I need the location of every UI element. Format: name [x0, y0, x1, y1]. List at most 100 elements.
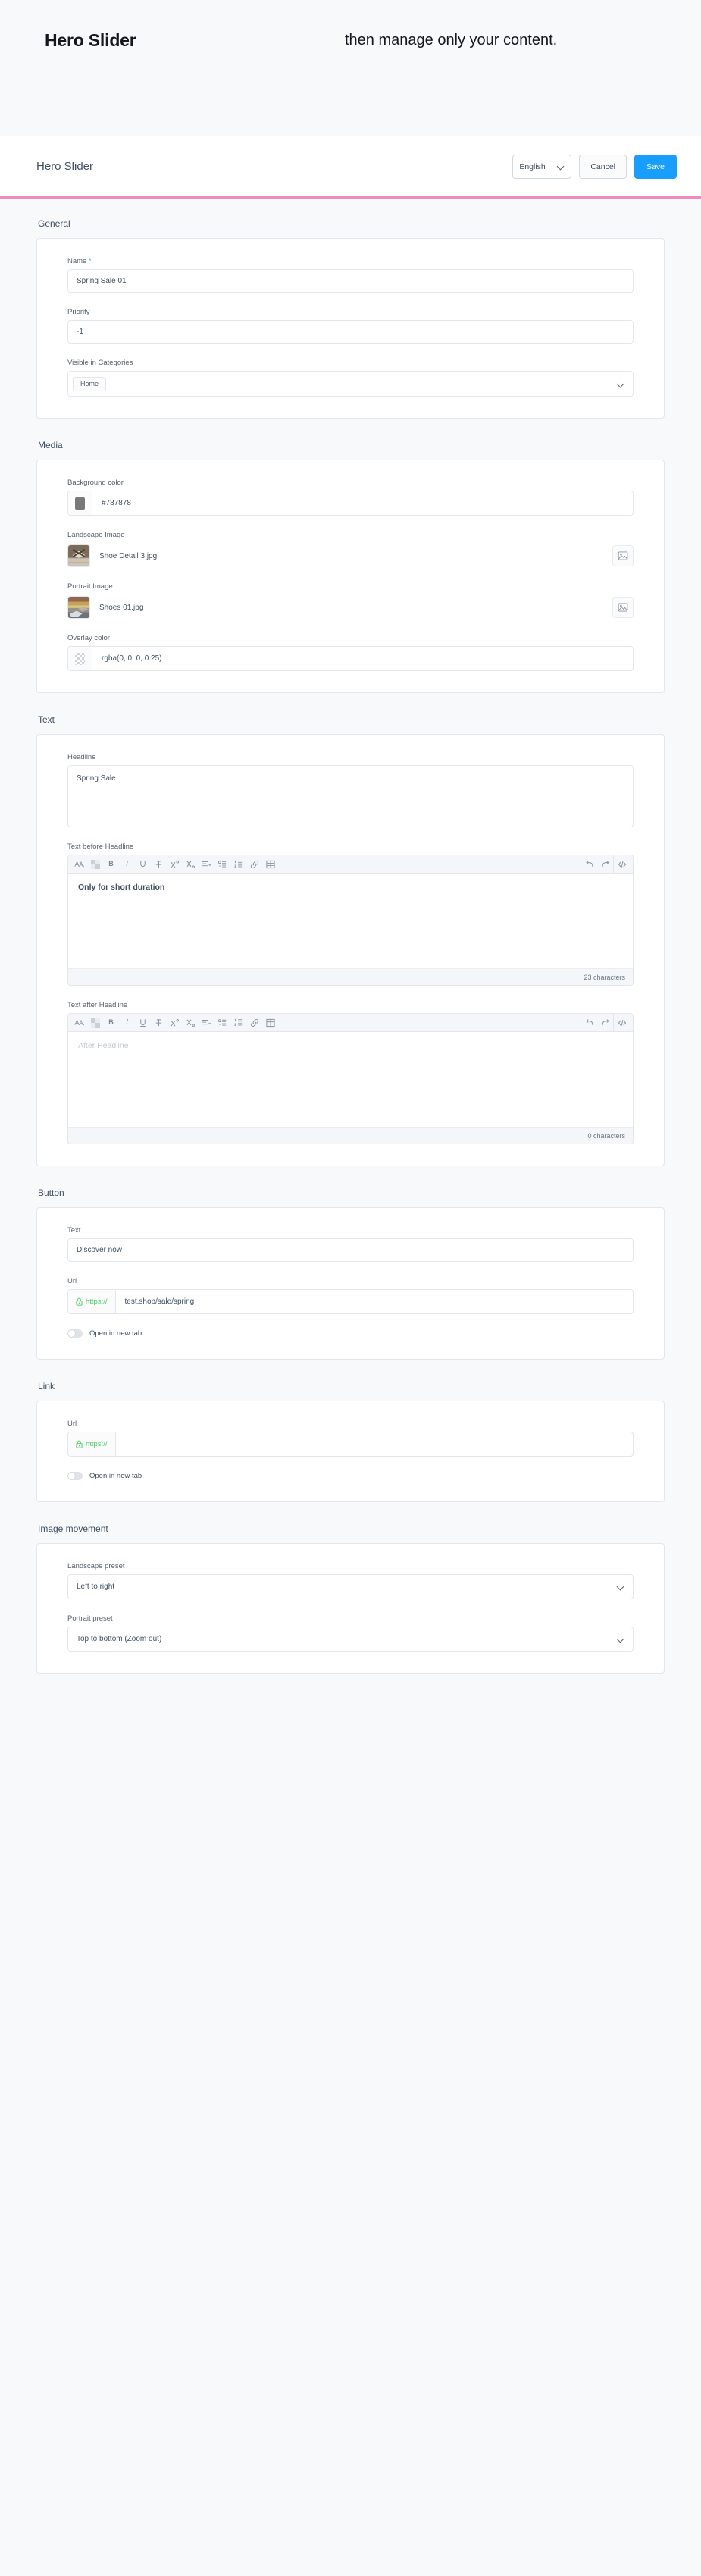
text-before-headline-label: Text before Headline: [67, 842, 134, 851]
landscape-image-label: Landscape Image: [67, 531, 125, 539]
field-background-color: Background color #787878: [67, 478, 634, 516]
section-title-button: Button: [38, 1188, 64, 1198]
editor-toolbar: B I: [68, 1014, 633, 1032]
portrait-image-thumbnail[interactable]: [67, 596, 90, 619]
field-link-url: Url https://: [67, 1420, 634, 1457]
format-style-icon[interactable]: [71, 1015, 87, 1031]
text-before-headline-content[interactable]: Only for short duration: [68, 874, 633, 968]
table-icon[interactable]: [262, 856, 278, 873]
overlay-color-value[interactable]: rgba(0, 0, 0, 0.25): [92, 647, 633, 670]
headline-textarea[interactable]: Spring Sale: [67, 765, 634, 827]
text-color-icon[interactable]: [87, 1015, 103, 1031]
undo-icon[interactable]: [581, 1015, 597, 1031]
align-icon[interactable]: [199, 856, 214, 873]
media-card: Background color #787878 Landscape Image: [36, 460, 665, 693]
field-name: Name * Spring Sale 01: [67, 257, 634, 293]
button-open-in-new-tab-toggle[interactable]: [67, 1329, 83, 1338]
text-after-headline-label: Text after Headline: [67, 1001, 128, 1009]
superscript-icon[interactable]: [167, 856, 183, 873]
field-portrait-image: Portrait Image Shoes 01.jpg: [67, 582, 634, 619]
redo-icon[interactable]: [597, 1015, 613, 1031]
underline-icon[interactable]: [135, 1015, 151, 1031]
section-title-general: General: [38, 218, 70, 229]
link-url-field[interactable]: https://: [67, 1432, 634, 1457]
portrait-image-picker-button[interactable]: [612, 597, 634, 618]
text-color-icon[interactable]: [87, 856, 103, 873]
link-new-tab-row: Open in new tab: [67, 1472, 634, 1480]
link-url-prefix-text: https://: [86, 1440, 108, 1448]
overlay-color-field[interactable]: rgba(0, 0, 0, 0.25): [67, 646, 634, 671]
strikethrough-icon[interactable]: [151, 1015, 167, 1031]
numbered-list-icon[interactable]: [230, 1015, 246, 1031]
background-color-field[interactable]: #787878: [67, 491, 634, 516]
button-url-prefix[interactable]: https://: [68, 1290, 116, 1313]
code-view-icon[interactable]: [614, 856, 630, 873]
button-text-label: Text: [67, 1226, 81, 1235]
priority-input[interactable]: -1: [67, 320, 634, 344]
button-text-input[interactable]: Discover now: [67, 1238, 634, 1262]
strikethrough-icon[interactable]: [151, 856, 167, 873]
categories-multiselect[interactable]: Home: [67, 371, 634, 397]
align-icon[interactable]: [199, 1015, 214, 1031]
landscape-image-picker-button[interactable]: [612, 545, 634, 566]
subscript-icon[interactable]: [183, 1015, 199, 1031]
page-title: Hero Slider: [36, 160, 94, 173]
undo-icon[interactable]: [581, 856, 597, 873]
button-url-input[interactable]: test.shop/sale/spring: [116, 1290, 633, 1313]
format-style-icon[interactable]: [71, 856, 87, 873]
overlay-color-swatch-button[interactable]: [68, 647, 92, 670]
chevron-down-icon: [618, 1636, 624, 1643]
text-after-headline-content[interactable]: After Headline: [68, 1032, 633, 1127]
field-landscape-preset: Landscape preset Left to right: [67, 1562, 634, 1599]
section-text: Text Headline Spring Sale Text before He…: [0, 714, 701, 1166]
background-color-swatch-button[interactable]: [68, 491, 92, 515]
table-icon[interactable]: [262, 1015, 278, 1031]
background-color-value[interactable]: #787878: [92, 491, 633, 515]
field-headline: Headline Spring Sale: [67, 753, 634, 827]
link-icon[interactable]: [246, 1015, 262, 1031]
portrait-image-row: Shoes 01.jpg: [67, 595, 634, 619]
bold-icon[interactable]: B: [103, 856, 119, 873]
name-input[interactable]: Spring Sale 01: [67, 269, 634, 293]
link-url-input[interactable]: [116, 1432, 633, 1456]
code-view-icon[interactable]: [614, 1015, 630, 1031]
form-content: General Name * Spring Sale 01 Priority -…: [0, 218, 701, 1719]
language-select[interactable]: English: [512, 154, 572, 179]
background-color-label: Background color: [67, 478, 124, 487]
bold-icon[interactable]: B: [103, 1015, 119, 1031]
lock-icon: [76, 1440, 83, 1448]
text-before-headline-editor: B I Only for short duration 23 character…: [67, 855, 634, 986]
chevron-down-icon: [618, 1583, 624, 1590]
link-icon[interactable]: [246, 856, 262, 873]
text-after-headline-counter: 0 characters: [68, 1127, 633, 1144]
superscript-icon[interactable]: [167, 1015, 183, 1031]
section-title-image-movement: Image movement: [38, 1523, 108, 1534]
banner-tagline: then manage only your content.: [345, 32, 558, 49]
italic-icon[interactable]: I: [119, 856, 135, 873]
image-movement-card: Landscape preset Left to right Portrait …: [36, 1543, 665, 1674]
landscape-preset-select[interactable]: Left to right: [67, 1574, 634, 1599]
color-swatch: [75, 497, 85, 510]
portrait-preset-value: Top to bottom (Zoom out): [77, 1635, 162, 1643]
cancel-button[interactable]: Cancel: [579, 154, 627, 179]
redo-icon[interactable]: [597, 856, 613, 873]
landscape-image-thumbnail[interactable]: [67, 544, 90, 567]
underline-icon[interactable]: [135, 856, 151, 873]
save-button[interactable]: Save: [634, 154, 677, 179]
link-open-in-new-tab-toggle[interactable]: [67, 1472, 83, 1480]
button-open-in-new-tab-label: Open in new tab: [89, 1329, 142, 1338]
lock-icon: [76, 1297, 83, 1306]
name-label-text: Name: [67, 257, 87, 265]
numbered-list-icon[interactable]: [230, 856, 246, 873]
section-general: General Name * Spring Sale 01 Priority -…: [0, 218, 701, 419]
link-url-prefix[interactable]: https://: [68, 1432, 116, 1456]
italic-icon[interactable]: I: [119, 1015, 135, 1031]
category-tag-home[interactable]: Home: [73, 376, 107, 391]
overlay-color-label: Overlay color: [67, 634, 110, 642]
bullet-list-icon[interactable]: [214, 1015, 230, 1031]
subscript-icon[interactable]: [183, 856, 199, 873]
portrait-preset-select[interactable]: Top to bottom (Zoom out): [67, 1627, 634, 1652]
bullet-list-icon[interactable]: [214, 856, 230, 873]
headline-label: Headline: [67, 753, 96, 761]
button-url-field[interactable]: https:// test.shop/sale/spring: [67, 1289, 634, 1314]
